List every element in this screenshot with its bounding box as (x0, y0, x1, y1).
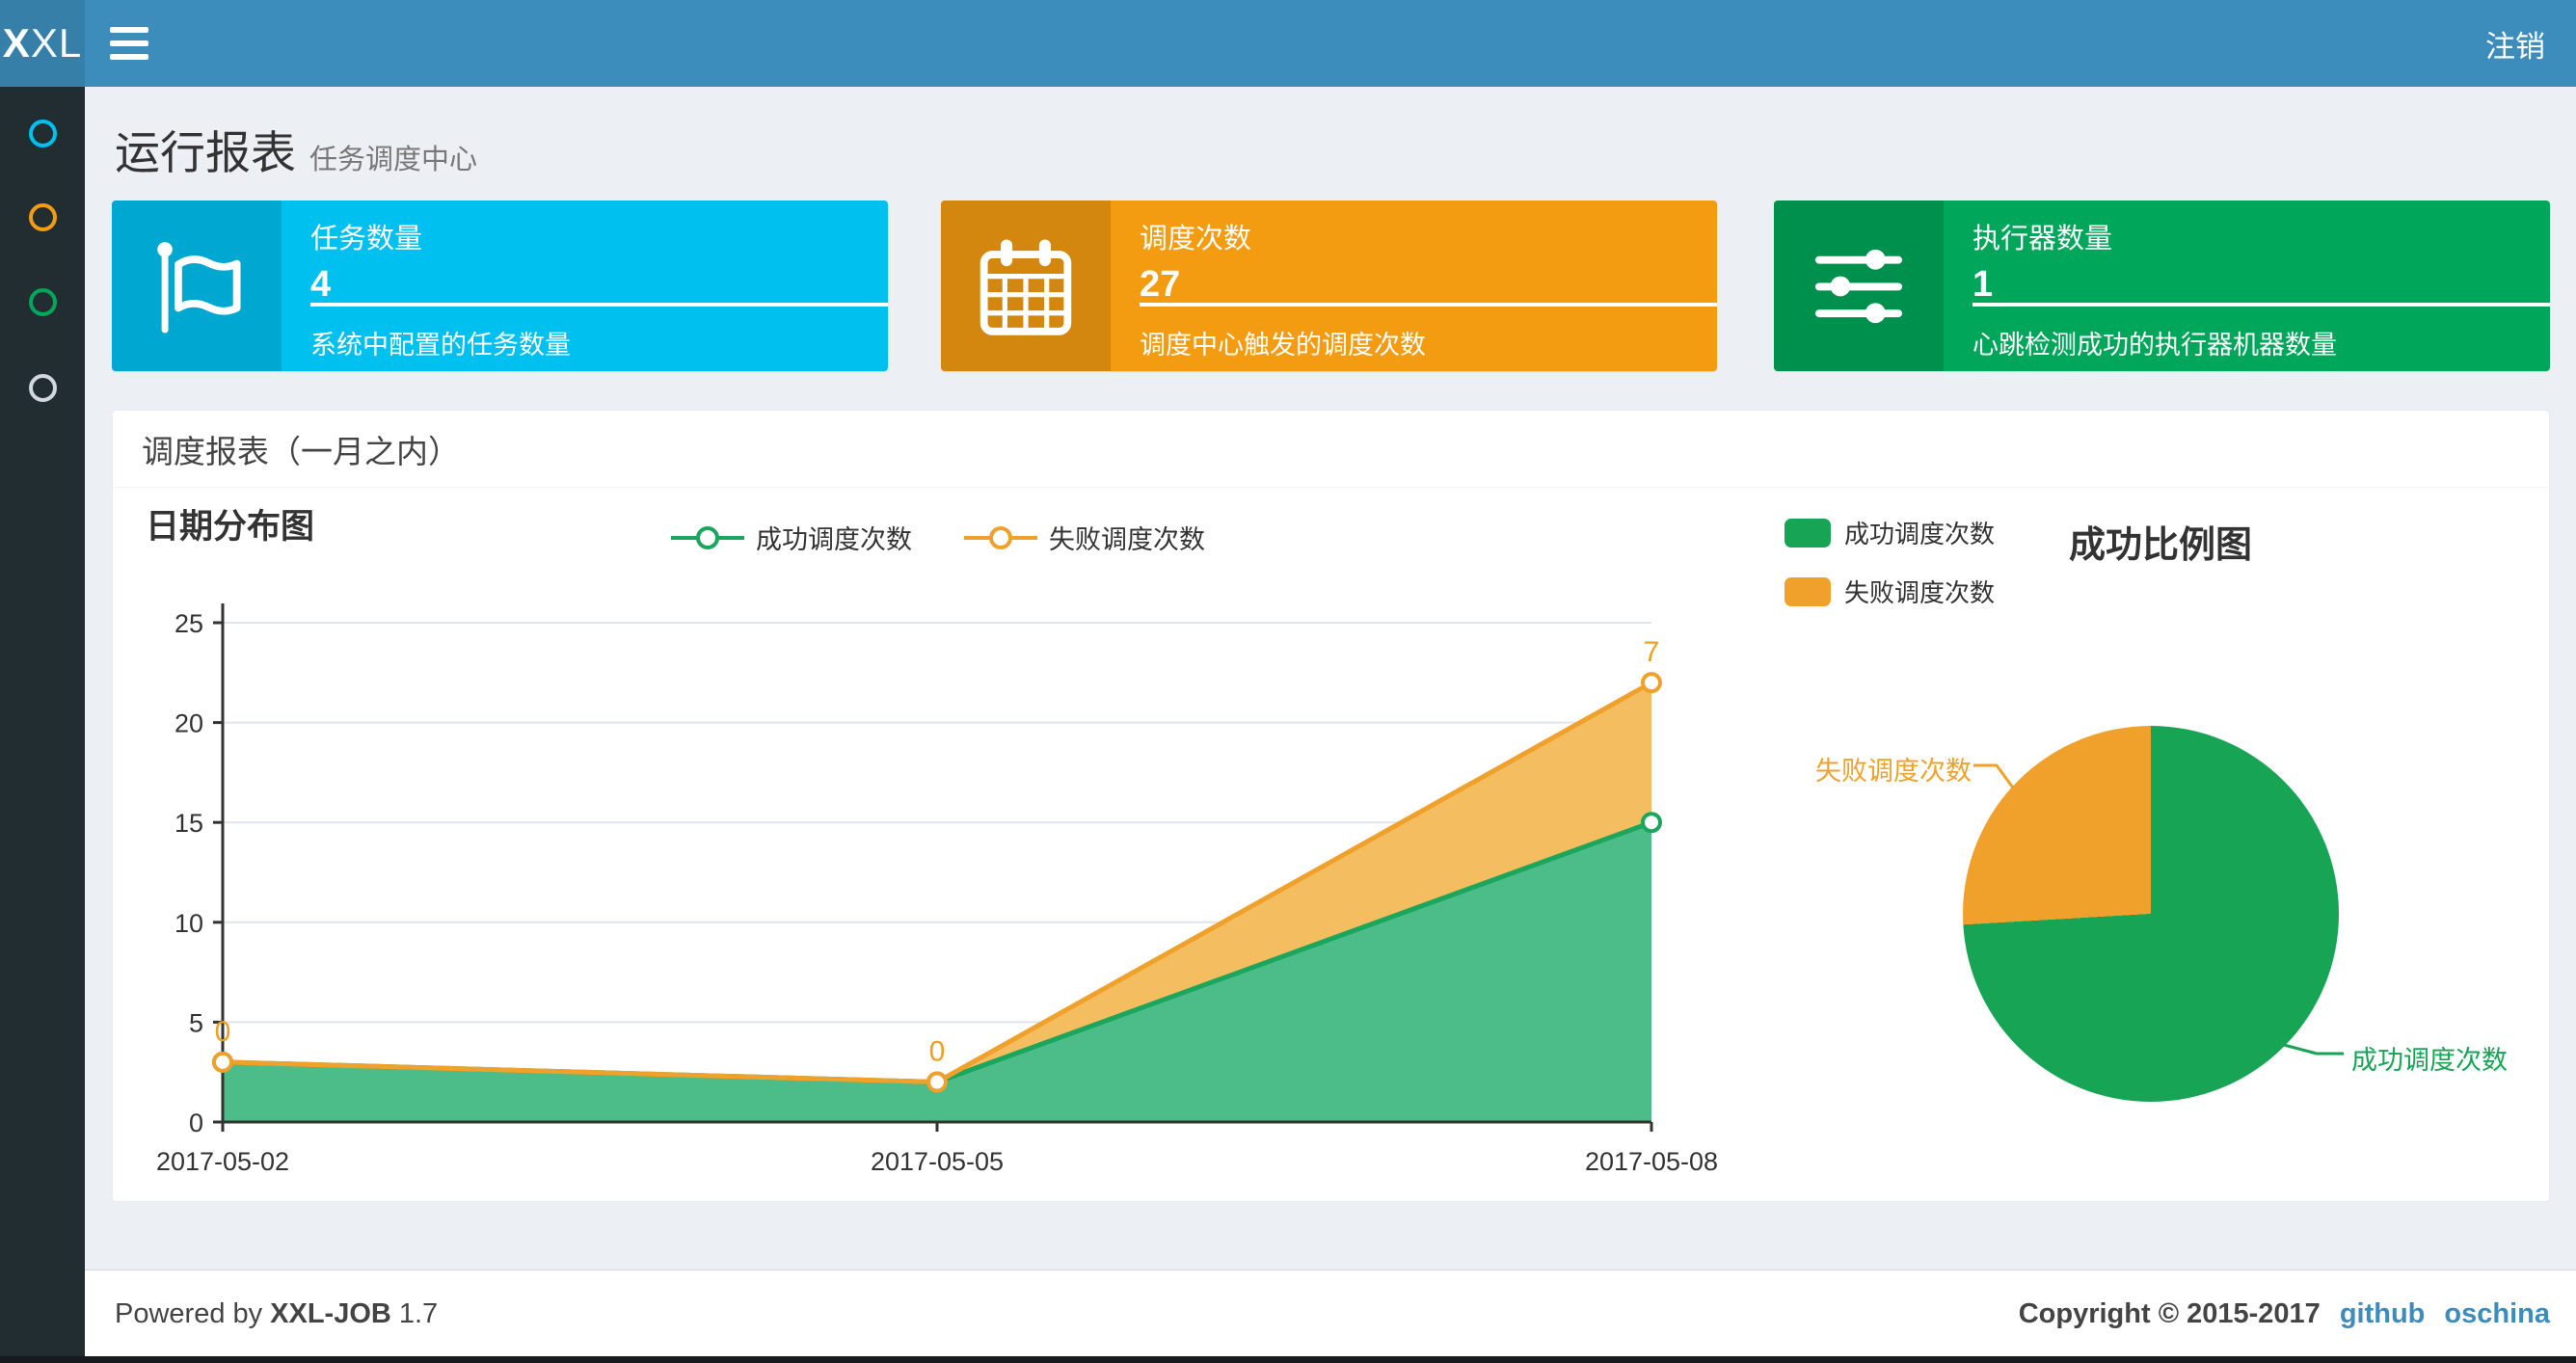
logout-button[interactable]: 注销 (2455, 0, 2576, 87)
legend-swatch (1784, 518, 1831, 548)
pie-legend-failed[interactable]: 失败调度次数 (1784, 574, 1995, 609)
calendar-icon (941, 200, 1111, 371)
stat-card-jobs: 任务数量 4 系统中配置的任务数量 (112, 200, 888, 371)
x-tick-label: 2017-05-08 (1585, 1147, 1718, 1176)
line-chart-legend: 成功调度次数 失败调度次数 (223, 519, 1651, 556)
pie-legend: 成功调度次数 失败调度次数 (1784, 515, 1995, 632)
pie-label-failed: 失败调度次数 (1815, 757, 1972, 786)
y-tick-label: 0 (189, 1109, 203, 1137)
sidebar-item-3 circle-icon[interactable] (29, 288, 57, 316)
stat-description: 系统中配置的任务数量 (310, 331, 571, 360)
stat-title: 任务数量 (310, 224, 423, 254)
point-label: 0 (929, 1036, 946, 1068)
x-tick-label: 2017-05-05 (871, 1147, 1004, 1176)
hamburger-icon[interactable] (110, 23, 152, 64)
pie-label-success: 成功调度次数 (2351, 1046, 2508, 1075)
pie-chart (1963, 726, 2339, 1102)
sidebar-item-4 circle-icon[interactable] (29, 374, 57, 402)
stat-value: 4 (310, 264, 332, 305)
pie-chart-block: 成功调度次数 失败调度次数 成功比例图 失败调度次数 成功调度次数 (1775, 488, 2551, 1201)
stat-description: 调度中心触发的调度次数 (1140, 331, 1426, 360)
footer-copyright: Copyright © 2015-2017 github oschina (2018, 1297, 2550, 1330)
y-tick-label: 10 (174, 909, 203, 938)
stat-value: 27 (1140, 264, 1181, 305)
report-panel: 调度报表（一月之内） 日期分布图 成功调度次数 失败调度次数 0 5 10 15 20 2… (112, 410, 2550, 1202)
failed-point (1641, 672, 1662, 694)
footer-powered-by: Powered by XXL-JOB 1.7 (115, 1297, 439, 1329)
sliders-icon (1774, 200, 1944, 371)
bottom-edge (0, 1356, 2576, 1363)
github-link[interactable]: github (2340, 1298, 2426, 1330)
logo-text-bold: X (2, 20, 31, 66)
pie-chart-title: 成功比例图 (2069, 525, 2253, 566)
divider (310, 303, 888, 307)
divider (1140, 303, 1717, 307)
line-chart: 0 5 10 15 20 25 2017-05-02 2017-05-05 2017-05-08… (126, 560, 1765, 1196)
y-tick-label: 15 (174, 809, 203, 838)
divider (1972, 303, 2550, 307)
stat-description: 心跳检测成功的执行器机器数量 (1972, 331, 2337, 360)
stat-card-triggers: 调度次数 27 调度中心触发的调度次数 (941, 200, 1717, 371)
brand-name: XXL-JOB (270, 1297, 391, 1329)
app-logo[interactable]: X XL (0, 0, 85, 87)
content-header: 运行报表 任务调度中心 (115, 116, 477, 182)
legend-item-success[interactable]: 成功调度次数 (669, 519, 912, 556)
navbar: X XL 注销 (0, 0, 2576, 87)
failed-point (212, 1051, 233, 1073)
failed-point (926, 1071, 948, 1093)
success-point (1641, 812, 1662, 834)
legend-item-failed[interactable]: 失败调度次数 (962, 519, 1205, 556)
point-label: 0 (215, 1016, 231, 1048)
stat-value: 1 (1972, 264, 1994, 305)
y-tick-label: 20 (174, 709, 203, 738)
logo-text: XL (30, 20, 83, 66)
stat-title: 调度次数 (1140, 224, 1252, 254)
panel-title: 调度报表（一月之内） (113, 411, 2549, 488)
stat-title: 执行器数量 (1972, 224, 2113, 254)
sidebar-item-2 circle-icon[interactable] (29, 203, 57, 231)
y-tick-label: 25 (174, 609, 203, 638)
flag-icon (112, 200, 282, 371)
y-tick-label: 5 (189, 1008, 203, 1037)
sidebar (0, 87, 85, 1363)
point-label: 7 (1644, 636, 1660, 668)
legend-swatch (1784, 576, 1831, 606)
stat-card-executors: 执行器数量 1 心跳检测成功的执行器机器数量 (1774, 200, 2550, 371)
oschina-link[interactable]: oschina (2444, 1298, 2550, 1330)
sidebar-item-1 circle-icon[interactable] (29, 120, 57, 147)
footer: Powered by XXL-JOB 1.7 Copyright © 2015-… (85, 1269, 2576, 1357)
app-root: X XL 注销 运行报表 任务调度中心 任务数量 4 系统中配置的任务数量 调度… (0, 0, 2576, 1363)
x-tick-label: 2017-05-02 (156, 1147, 289, 1176)
pie-legend-success[interactable]: 成功调度次数 (1784, 515, 1995, 550)
page-title: 运行报表 (115, 127, 296, 178)
page-subtitle: 任务调度中心 (309, 145, 478, 175)
